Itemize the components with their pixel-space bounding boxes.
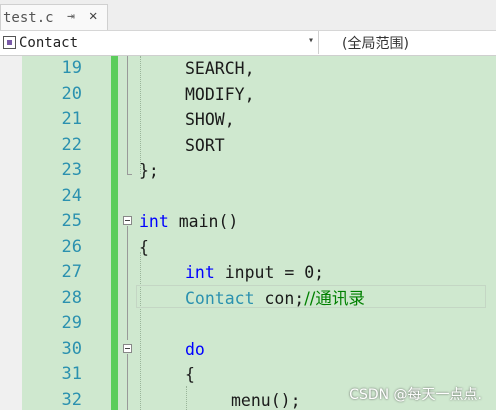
code-text: menu(); — [231, 390, 301, 410]
line-number: 32 — [61, 389, 82, 410]
line-number: 23 — [61, 160, 82, 180]
document-tab-strip: test.c ⇥ ✕ — [0, 0, 496, 31]
line-number: 30 — [61, 338, 82, 359]
code-line: 21 SHOW, — [0, 107, 496, 132]
code-line: 29 — [0, 311, 496, 336]
scope-dropdown[interactable]: Contact ▾ — [0, 31, 319, 54]
function-signature: main() — [168, 212, 239, 231]
code-line: 30 do — [0, 337, 496, 362]
line-number: 25 — [61, 211, 82, 231]
code-text: int input = 0; — [185, 260, 324, 285]
code-text: MODIFY, — [185, 84, 255, 104]
tab-label: test.c — [3, 9, 54, 26]
member-dropdown[interactable]: (全局范围) — [320, 31, 496, 54]
close-icon[interactable]: ✕ — [89, 8, 97, 24]
line-number: 19 — [61, 58, 82, 78]
code-text: int main() — [139, 209, 238, 234]
line-number: 21 — [61, 109, 82, 129]
code-line: 25 int main() — [0, 209, 496, 234]
code-text: do — [185, 337, 205, 362]
chevron-down-icon[interactable]: ▾ — [308, 35, 314, 46]
line-number: 27 — [61, 262, 82, 282]
code-text: SHOW, — [185, 110, 235, 129]
code-editor[interactable]: 19 SEARCH, 20 MODIFY, 21 SHOW, 22 SORT 2… — [0, 56, 496, 410]
navigation-bar: Contact ▾ (全局范围) — [0, 31, 496, 56]
watermark: CSDN @每天一点点. — [349, 387, 482, 403]
code-text: SEARCH, — [185, 59, 255, 78]
comment: //通讯录 — [304, 288, 365, 308]
code-text: { — [185, 365, 195, 384]
member-dropdown-value: (全局范围) — [342, 35, 409, 52]
struct-icon — [3, 36, 16, 49]
code-line: 20 MODIFY, — [0, 82, 496, 107]
code-line: 19 SEARCH, — [0, 56, 496, 81]
statement: input = 0; — [214, 263, 325, 282]
pin-icon[interactable]: ⇥ — [67, 9, 75, 24]
code-line: 26 { — [0, 235, 496, 260]
code-line: 27 int input = 0; — [0, 260, 496, 285]
line-number: 22 — [61, 134, 82, 155]
code-line: 28 Contact con;//通讯录 — [0, 286, 496, 311]
code-line: 24 — [0, 184, 496, 209]
scope-dropdown-value: Contact — [19, 34, 79, 51]
code-text: { — [139, 237, 149, 257]
statement: con; — [254, 288, 305, 308]
keyword: int — [185, 263, 215, 282]
line-number: 26 — [61, 236, 82, 257]
tab-test-c[interactable]: test.c ⇥ ✕ — [0, 4, 108, 30]
code-text: Contact con;//通讯录 — [185, 286, 365, 311]
keyword: do — [185, 339, 205, 359]
line-number: 28 — [61, 287, 82, 308]
line-number: 29 — [61, 313, 82, 333]
code-line: 23 }; — [0, 158, 496, 183]
keyword: int — [139, 212, 169, 231]
line-number: 24 — [61, 185, 82, 206]
type-name: Contact — [185, 288, 255, 308]
line-number: 20 — [61, 83, 82, 104]
code-text: SORT — [185, 135, 225, 155]
code-text: }; — [139, 161, 159, 180]
code-line: 22 SORT — [0, 133, 496, 158]
line-number: 31 — [61, 364, 82, 384]
